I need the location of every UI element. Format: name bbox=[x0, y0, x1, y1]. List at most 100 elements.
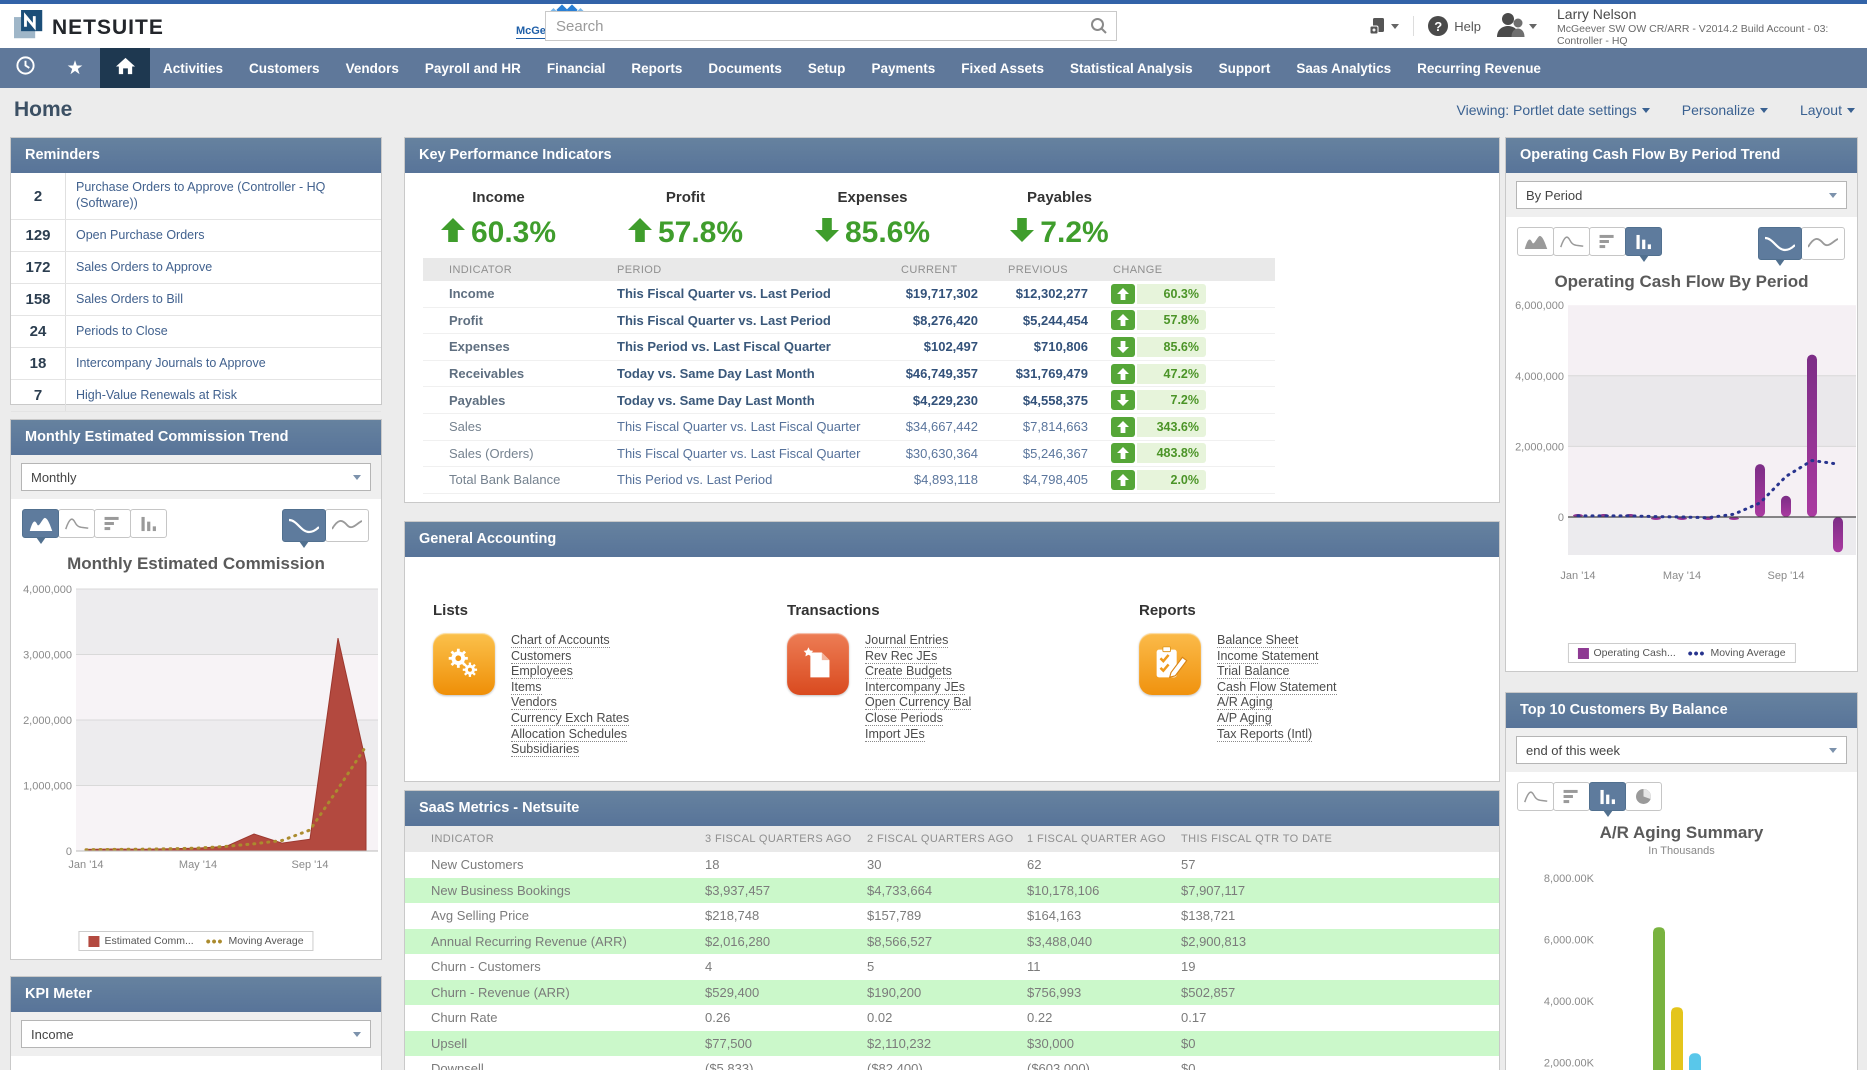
nav-item-reports[interactable]: Reports bbox=[618, 48, 695, 88]
recent-records-tab[interactable] bbox=[0, 48, 50, 88]
kpi-meter-header[interactable]: KPI Meter bbox=[11, 977, 381, 1012]
chart-type-area-button[interactable] bbox=[1517, 227, 1554, 256]
nav-item-financial[interactable]: Financial bbox=[534, 48, 619, 88]
ga-link-employees[interactable]: Employees bbox=[511, 664, 629, 680]
commission-portlet-header[interactable]: Monthly Estimated Commission Trend bbox=[11, 420, 381, 455]
create-new-menu-button[interactable] bbox=[1368, 16, 1414, 36]
kpi-period-link[interactable]: This Fiscal Quarter vs. Last Period bbox=[593, 313, 893, 328]
reminder-link-periods-to-close[interactable]: Periods to Close bbox=[66, 321, 381, 343]
commission-period-dropdown[interactable]: Monthly bbox=[21, 463, 371, 491]
reminder-link-open-purchase-orders[interactable]: Open Purchase Orders bbox=[66, 225, 381, 247]
ga-link-cash-flow-statement[interactable]: Cash Flow Statement bbox=[1217, 680, 1337, 696]
ga-link-open-currency-bal[interactable]: Open Currency Bal bbox=[865, 695, 971, 711]
ga-link-import-jes[interactable]: Import JEs bbox=[865, 727, 971, 743]
kpi-period-link[interactable]: This Period vs. Last Period bbox=[593, 472, 893, 487]
nav-item-payroll-and-hr[interactable]: Payroll and HR bbox=[412, 48, 534, 88]
top-customers-period-dropdown[interactable]: end of this week bbox=[1516, 736, 1847, 764]
ga-link-intercompany-jes[interactable]: Intercompany JEs bbox=[865, 680, 971, 696]
nav-item-saas-analytics[interactable]: Saas Analytics bbox=[1283, 48, 1404, 88]
reminder-link-high-value-renewals-at-risk[interactable]: High-Value Renewals at Risk bbox=[66, 385, 381, 407]
nav-item-activities[interactable]: Activities bbox=[150, 48, 236, 88]
reminders-header[interactable]: Reminders bbox=[11, 138, 381, 173]
kpi-period-link[interactable]: This Fiscal Quarter vs. Last Fiscal Quar… bbox=[593, 419, 893, 434]
search-input[interactable] bbox=[546, 18, 1082, 35]
nav-item-documents[interactable]: Documents bbox=[695, 48, 795, 88]
nav-item-setup[interactable]: Setup bbox=[795, 48, 859, 88]
nav-item-recurring-revenue[interactable]: Recurring Revenue bbox=[1404, 48, 1554, 88]
ga-link-income-statement[interactable]: Income Statement bbox=[1217, 649, 1337, 665]
shortcuts-tab[interactable] bbox=[50, 48, 100, 88]
kpi-period-link[interactable]: This Period vs. Last Fiscal Quarter bbox=[593, 339, 893, 354]
chart-type-line-button[interactable] bbox=[58, 509, 95, 538]
cash-flow-header[interactable]: Operating Cash Flow By Period Trend bbox=[1506, 138, 1857, 173]
nav-item-fixed-assets[interactable]: Fixed Assets bbox=[948, 48, 1057, 88]
nav-item-vendors[interactable]: Vendors bbox=[333, 48, 412, 88]
chart-type-vbar-button[interactable] bbox=[1589, 782, 1626, 811]
kpi-period-link[interactable]: Today vs. Same Day Last Month bbox=[593, 393, 893, 408]
user-menu[interactable] bbox=[1495, 10, 1537, 43]
trend-on-button[interactable] bbox=[282, 509, 326, 542]
kpi-indicator: Expenses bbox=[423, 339, 593, 354]
chart-type-hbar-button[interactable] bbox=[1553, 782, 1590, 811]
chart-type-vbar-button[interactable] bbox=[130, 509, 167, 538]
nav-item-support[interactable]: Support bbox=[1206, 48, 1284, 88]
ga-link-journal-entries[interactable]: Journal Entries bbox=[865, 633, 971, 649]
ga-link-create-budgets[interactable]: Create Budgets bbox=[865, 664, 971, 680]
trend-off-button[interactable] bbox=[1801, 227, 1845, 260]
chart-type-hbar-button[interactable] bbox=[94, 509, 131, 538]
ga-link-trial-balance[interactable]: Trial Balance bbox=[1217, 664, 1337, 680]
personalize-menu[interactable]: Personalize bbox=[1682, 102, 1768, 118]
ga-link-a-p-aging[interactable]: A/P Aging bbox=[1217, 711, 1337, 727]
kpi-previous: $31,769,479 bbox=[978, 366, 1088, 381]
trend-on-button[interactable] bbox=[1758, 227, 1802, 260]
legend-series: Estimated Comm... bbox=[88, 935, 193, 947]
chart-type-line-button[interactable] bbox=[1553, 227, 1590, 256]
kpi-period-link[interactable]: This Fiscal Quarter vs. Last Fiscal Quar… bbox=[593, 446, 893, 461]
general-accounting-header[interactable]: General Accounting bbox=[405, 522, 1499, 557]
chart-type-vbar-button[interactable] bbox=[1625, 227, 1662, 256]
saas-value: 57 bbox=[1181, 857, 1499, 872]
ga-link-currency-exch-rates[interactable]: Currency Exch Rates bbox=[511, 711, 629, 727]
cash-flow-period-dropdown[interactable]: By Period bbox=[1516, 181, 1847, 209]
nav-item-payments[interactable]: Payments bbox=[858, 48, 948, 88]
help-button[interactable]: Help bbox=[1428, 16, 1481, 36]
ga-link-close-periods[interactable]: Close Periods bbox=[865, 711, 971, 727]
star-icon bbox=[66, 57, 83, 80]
reminder-link-sales-orders-to-approve[interactable]: Sales Orders to Approve bbox=[66, 257, 381, 279]
nav-item-statistical-analysis[interactable]: Statistical Analysis bbox=[1057, 48, 1206, 88]
kpi-portlet-header[interactable]: Key Performance Indicators bbox=[405, 138, 1499, 173]
legend-series: Operating Cash... bbox=[1577, 647, 1675, 659]
ga-link-items[interactable]: Items bbox=[511, 680, 629, 696]
ga-link-rev-rec-jes[interactable]: Rev Rec JEs bbox=[865, 649, 971, 665]
trend-off-button[interactable] bbox=[325, 509, 369, 542]
kpi-period-link[interactable]: This Fiscal Quarter vs. Last Period bbox=[593, 286, 893, 301]
top-customers-header[interactable]: Top 10 Customers By Balance bbox=[1506, 693, 1857, 728]
ga-link-a-r-aging[interactable]: A/R Aging bbox=[1217, 695, 1337, 711]
ga-link-customers[interactable]: Customers bbox=[511, 649, 629, 665]
ga-link-vendors[interactable]: Vendors bbox=[511, 695, 629, 711]
ga-link-subsidiaries[interactable]: Subsidiaries bbox=[511, 742, 629, 758]
netsuite-logo[interactable]: NETSUITE bbox=[14, 10, 164, 45]
ga-link-tax-reports-intl[interactable]: Tax Reports (Intl) bbox=[1217, 727, 1337, 743]
kpi-indicator: Sales bbox=[423, 419, 593, 434]
home-tab[interactable] bbox=[100, 48, 150, 88]
nav-item-customers[interactable]: Customers bbox=[236, 48, 333, 88]
reminder-link-purchase-orders-to-approve-con[interactable]: Purchase Orders to Approve (Controller -… bbox=[66, 177, 381, 214]
ga-link-chart-of-accounts[interactable]: Chart of Accounts bbox=[511, 633, 629, 649]
reminder-link-sales-orders-to-bill[interactable]: Sales Orders to Bill bbox=[66, 289, 381, 311]
reminder-link-intercompany-journals-to-appro[interactable]: Intercompany Journals to Approve bbox=[66, 353, 381, 375]
layout-menu[interactable]: Layout bbox=[1800, 102, 1855, 118]
chart-type-area-button[interactable] bbox=[22, 509, 59, 538]
chart-type-hbar-button[interactable] bbox=[1589, 227, 1626, 256]
ga-link-balance-sheet[interactable]: Balance Sheet bbox=[1217, 633, 1337, 649]
kpi-row-expenses: ExpensesThis Period vs. Last Fiscal Quar… bbox=[423, 334, 1275, 361]
user-info: Larry Nelson McGeever SW OW CR/ARR - V20… bbox=[1557, 6, 1857, 47]
kpi-meter-metric-dropdown[interactable]: Income bbox=[21, 1020, 371, 1048]
saas-metrics-header[interactable]: SaaS Metrics - Netsuite bbox=[405, 791, 1499, 826]
chart-type-line-button[interactable] bbox=[1517, 782, 1554, 811]
kpi-period-link[interactable]: Today vs. Same Day Last Month bbox=[593, 366, 893, 381]
viewing-settings-menu[interactable]: Viewing: Portlet date settings bbox=[1457, 102, 1650, 118]
search-icon[interactable] bbox=[1082, 12, 1116, 40]
ga-link-allocation-schedules[interactable]: Allocation Schedules bbox=[511, 727, 629, 743]
chart-type-pie-button[interactable] bbox=[1625, 782, 1662, 811]
